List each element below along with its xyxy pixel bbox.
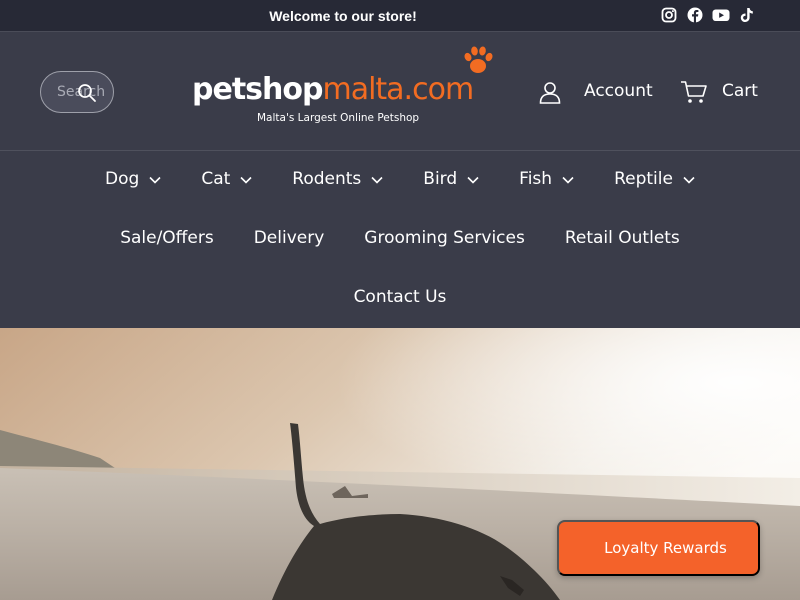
nav-item-sale-offers[interactable]: Sale/Offers: [120, 228, 214, 248]
nav-item-label: Bird: [423, 169, 458, 189]
chevron-down-icon: [371, 169, 383, 189]
account-icon[interactable]: [538, 79, 562, 109]
cart-link[interactable]: Cart: [722, 81, 758, 101]
nav-row-categories: Dog Cat Rodents Bird Fish Reptile: [0, 169, 800, 189]
facebook-icon[interactable]: [687, 7, 703, 23]
logo-pet: petshop: [192, 72, 323, 107]
chevron-down-icon: [562, 169, 574, 189]
nav-item-retail-outlets[interactable]: Retail Outlets: [565, 228, 680, 248]
nav-item-grooming-services[interactable]: Grooming Services: [364, 228, 525, 248]
chevron-down-icon: [467, 169, 479, 189]
chevron-down-icon: [149, 169, 161, 189]
search-icon[interactable]: [77, 83, 97, 107]
nav-item-rodents[interactable]: Rodents: [292, 169, 383, 189]
account-link[interactable]: Account: [584, 81, 653, 101]
nav-item-delivery[interactable]: Delivery: [254, 228, 325, 248]
tiktok-icon[interactable]: [739, 7, 754, 23]
instagram-icon[interactable]: [661, 7, 677, 23]
youtube-icon[interactable]: [712, 7, 730, 23]
nav-row-services: Sale/Offers Delivery Grooming Services R…: [0, 228, 800, 248]
nav-item-reptile[interactable]: Reptile: [614, 169, 695, 189]
announcement-text: Welcome to our store!: [269, 8, 417, 24]
announcement-bar: Welcome to our store!: [0, 0, 800, 32]
nav-item-cat[interactable]: Cat: [201, 169, 252, 189]
nav-item-label: Reptile: [614, 169, 673, 189]
nav-item-label: Rodents: [292, 169, 362, 189]
site-logo[interactable]: petshopmalta.com Malta's Largest Online …: [192, 45, 502, 127]
nav-item-label: Dog: [105, 169, 140, 189]
nav-item-contact-us[interactable]: Contact Us: [354, 287, 447, 307]
site-header: petshopmalta.com Malta's Largest Online …: [0, 33, 800, 151]
search-box[interactable]: [40, 71, 114, 113]
nav-item-label: Cat: [201, 169, 231, 189]
nav-item-label: Fish: [519, 169, 553, 189]
logo-malta: malta.com: [322, 72, 474, 107]
nav-item-fish[interactable]: Fish: [519, 169, 574, 189]
nav-item-bird[interactable]: Bird: [423, 169, 479, 189]
main-nav: Dog Cat Rodents Bird Fish Reptile Sale/O…: [0, 151, 800, 328]
chevron-down-icon: [683, 169, 695, 189]
nav-item-dog[interactable]: Dog: [105, 169, 161, 189]
nav-row-contact: Contact Us: [0, 287, 800, 307]
logo-tagline: Malta's Largest Online Petshop: [257, 112, 420, 124]
loyalty-rewards-button[interactable]: Loyalty Rewards: [557, 520, 760, 576]
cart-icon[interactable]: [680, 79, 708, 109]
chevron-down-icon: [240, 169, 252, 189]
logo-wordmark: petshopmalta.com: [192, 72, 474, 107]
